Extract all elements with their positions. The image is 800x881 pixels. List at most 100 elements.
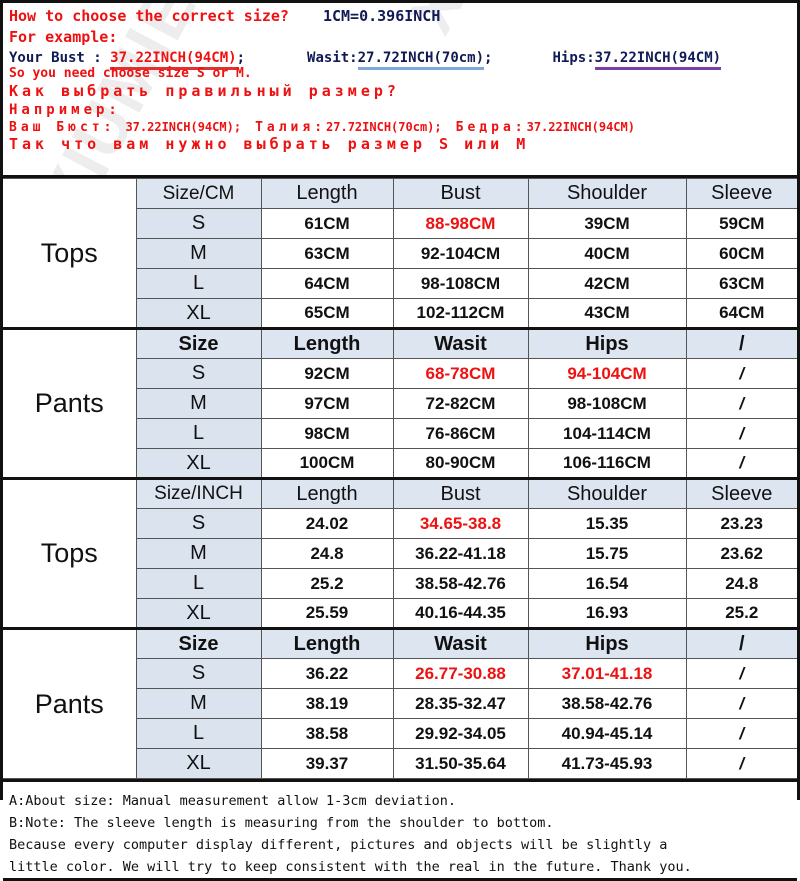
measurement-cell: 25.2	[260, 568, 394, 599]
measurement-cell: 64CM	[260, 268, 394, 299]
measurement-cell: 92CM	[260, 358, 394, 389]
note-line: little color. We will try to keep consis…	[9, 859, 692, 875]
size-chart-page: XIUMIEW XIUMIEW XIUMIEW How to choose th…	[0, 0, 800, 881]
measurement-cell: 61CM	[260, 208, 394, 239]
column-header-length: Length	[260, 477, 394, 509]
size-cell: S	[135, 658, 262, 689]
measurement-cell: 102-112CM	[392, 298, 529, 329]
for-example-label: For example:	[9, 28, 118, 46]
intro-title-line: How to choose the correct size? 1CM=0.396…	[9, 9, 791, 24]
size-cell: S	[135, 208, 262, 239]
table-header-row: Pants Size Length Wasit Hips /	[3, 327, 797, 479]
measurement-cell: 88-98CM	[392, 208, 529, 239]
size-cell: L	[135, 418, 262, 449]
size-cell: XL	[135, 298, 262, 329]
ru-bust-label: Ваш Бюст:	[9, 120, 116, 135]
size-cell: L	[135, 718, 262, 749]
size-cell: M	[135, 388, 262, 419]
unit-conversion: 1CM=0.396INCH	[322, 7, 441, 25]
measurement-cell: /	[685, 688, 797, 719]
advice-prefix: So you need choose size	[9, 66, 197, 81]
bust-separator: ;	[236, 50, 246, 66]
column-header-: /	[685, 627, 797, 659]
bust-label: Your Bust :	[9, 50, 111, 66]
measurement-cell: /	[685, 418, 797, 449]
column-header-wasit: Wasit	[392, 327, 529, 359]
column-header-size: Size/CM	[135, 178, 262, 209]
measurement-cell: 63CM	[685, 268, 797, 299]
measurement-cell: 23.23	[685, 508, 797, 539]
measurement-cell: 34.65-38.8	[392, 508, 529, 539]
table-header-row: Tops Size/CM Length Bust Shoulder Sleeve	[3, 178, 797, 329]
measurement-cell: 39.37	[260, 748, 394, 779]
column-header-sleeve: Sleeve	[685, 477, 797, 509]
hips-label: Hips:	[552, 50, 595, 66]
ru-advice-size-s: S	[439, 135, 452, 153]
measurement-cell: 43CM	[527, 298, 687, 329]
column-header-length: Length	[260, 327, 394, 359]
measurement-cell: 29.92-34.05	[392, 718, 529, 749]
ru-separator-2: ;	[434, 120, 442, 134]
size-cell: M	[135, 688, 262, 719]
note-line: A:About size: Manual measurement allow 1…	[9, 793, 457, 809]
measurement-cell: 28.35-32.47	[392, 688, 529, 719]
table-header-row: Pants Size Length Wasit Hips /	[3, 627, 797, 779]
waist-separator: ;	[484, 50, 493, 66]
intro-title: How to choose the correct size?	[9, 7, 289, 25]
measurement-cell: 60CM	[685, 238, 797, 269]
measurement-cell: 72-82CM	[392, 388, 529, 419]
ru-waist-value: 27.72INCH(70cm)	[326, 120, 435, 134]
ru-bust-value: 37.22INCH(94CM)	[125, 120, 234, 134]
column-header-length: Length	[260, 178, 394, 209]
note-line: B:Note: The sleeve length is measuring f…	[9, 815, 554, 831]
notes-block: A:About size: Manual measurement allow 1…	[3, 779, 797, 881]
measurement-cell: 38.19	[260, 688, 394, 719]
measurement-cell: 63CM	[260, 238, 394, 269]
waist-value: 27.72INCH(70cm)	[357, 50, 485, 70]
measurement-cell: 25.59	[260, 598, 394, 629]
size-cell: M	[135, 238, 262, 269]
advice-size-s: S	[196, 66, 205, 81]
measurement-cell: /	[685, 358, 797, 389]
measurement-cell: 36.22	[260, 658, 394, 689]
size-cell: XL	[135, 598, 262, 629]
ru-measurements-line: Ваш Бюст: 37.22INCH(94CM); Талия:27.72INCH…	[9, 121, 791, 134]
measurement-cell: 98-108CM	[527, 388, 687, 419]
measurement-cell: 38.58	[260, 718, 394, 749]
column-header-shoulder: Shoulder	[527, 178, 687, 209]
advice-conjunction: or	[204, 66, 236, 81]
size-cell: XL	[135, 748, 262, 779]
measurement-cell: 100CM	[260, 448, 394, 479]
column-header-: /	[685, 327, 797, 359]
intro-info-block: How to choose the correct size? 1CM=0.396…	[3, 0, 797, 178]
advice-period: .	[243, 66, 252, 81]
measurement-cell: 92-104CM	[392, 238, 529, 269]
measurement-cell: 16.54	[527, 568, 687, 599]
measurement-cell: 26.77-30.88	[392, 658, 529, 689]
measurement-cell: 39CM	[527, 208, 687, 239]
measurement-cell: 42CM	[527, 268, 687, 299]
ru-hips-value: 37.22INCH(94CM)	[526, 120, 635, 134]
measurement-cell: 64CM	[685, 298, 797, 329]
category-label-pants: Pants	[3, 627, 137, 779]
hips-value: 37.22INCH(94CM)	[594, 50, 722, 70]
ru-waist-label: Талия:	[255, 120, 327, 135]
size-cell: M	[135, 538, 262, 569]
waist-label: Wasit:	[307, 50, 358, 66]
measurement-cell: 59CM	[685, 208, 797, 239]
measurement-cell: 24.8	[260, 538, 394, 569]
column-header-wasit: Wasit	[392, 627, 529, 659]
measurement-cell: 98-108CM	[392, 268, 529, 299]
column-header-length: Length	[260, 627, 394, 659]
ru-hips-label: Бедра:	[455, 120, 527, 135]
measurement-cell: 40.16-44.35	[392, 598, 529, 629]
ru-advice-line: Так что вам нужно выбрать размер S или M	[9, 137, 791, 152]
measurement-cell: /	[685, 448, 797, 479]
size-cell: XL	[135, 448, 262, 479]
measurement-cell: 37.01-41.18	[527, 658, 687, 689]
category-label-pants: Pants	[3, 327, 137, 479]
column-header-hips: Hips	[527, 327, 687, 359]
measurement-cell: 24.8	[685, 568, 797, 599]
for-example-line: For example:	[9, 30, 791, 45]
measurement-cell: 40.94-45.14	[527, 718, 687, 749]
